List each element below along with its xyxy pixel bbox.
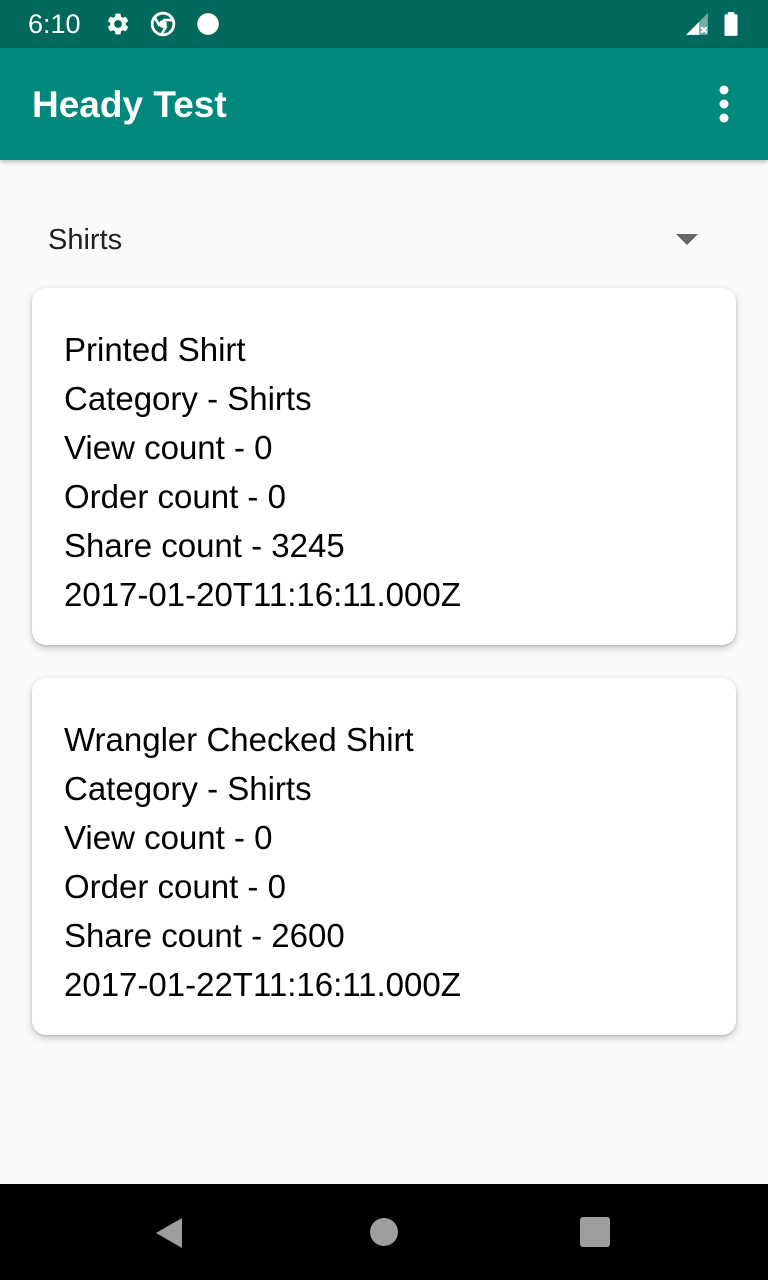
home-button[interactable] [354, 1202, 414, 1262]
product-name: Wrangler Checked Shirt [64, 721, 414, 758]
product-share-count: Share count - 3245 [64, 527, 345, 564]
status-time: 6:10 [28, 9, 81, 39]
home-icon [370, 1218, 398, 1246]
app-title: Heady Test [32, 84, 227, 125]
recents-button[interactable] [565, 1202, 625, 1262]
app-bar: Heady Test [0, 48, 768, 160]
dot-icon [197, 13, 219, 35]
product-name: Printed Shirt [64, 331, 246, 368]
product-date: 2017-01-20T11:16:11.000Z [64, 576, 461, 613]
settings-icon [107, 13, 129, 35]
product-view-count: View count - 0 [64, 819, 273, 856]
signal-icon [686, 13, 708, 35]
product-order-count: Order count - 0 [64, 868, 286, 905]
product-view-count: View count - 0 [64, 429, 273, 466]
more-vert-icon [719, 85, 729, 123]
battery-icon [724, 12, 738, 36]
product-order-count: Order count - 0 [64, 478, 286, 515]
recents-icon [580, 1217, 610, 1247]
product-category: Category - Shirts [64, 770, 312, 807]
back-icon [156, 1218, 182, 1248]
product-card[interactable]: Printed Shirt Category - Shirts View cou… [32, 288, 736, 645]
overflow-menu-button[interactable] [702, 78, 746, 130]
navigation-bar [0, 1184, 768, 1280]
product-date: 2017-01-22T11:16:11.000Z [64, 966, 461, 1003]
category-spinner-value: Shirts [48, 224, 123, 256]
product-share-count: Share count - 2600 [64, 917, 345, 954]
product-card[interactable]: Wrangler Checked Shirt Category - Shirts… [32, 678, 736, 1035]
back-button[interactable] [140, 1202, 200, 1262]
category-spinner[interactable]: Shirts [0, 200, 768, 284]
chrome-icon [150, 11, 176, 37]
status-bar: 6:10 [0, 0, 768, 48]
dropdown-arrow-icon [676, 234, 698, 245]
product-category: Category - Shirts [64, 380, 312, 417]
